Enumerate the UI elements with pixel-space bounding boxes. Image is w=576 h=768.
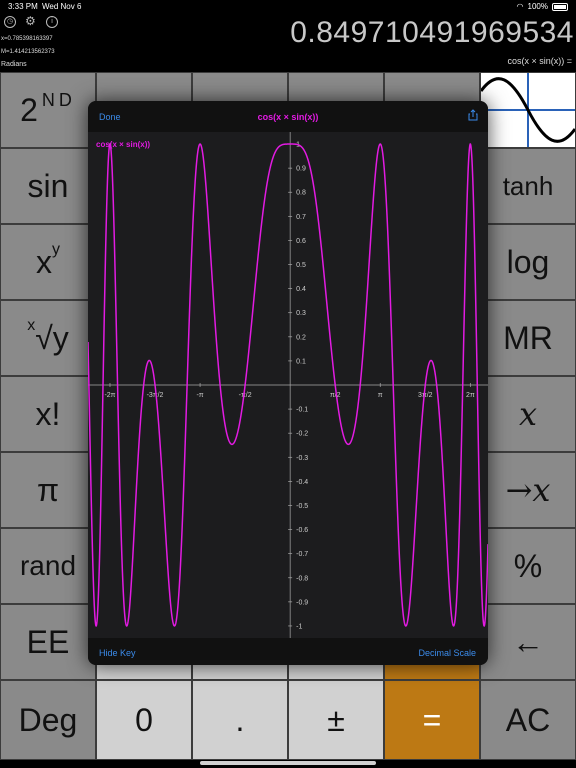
graph-header: Done cos(x × sin(x))	[88, 101, 488, 132]
wifi-icon: ◠	[516, 2, 524, 11]
y-tick-label: -0.8	[296, 575, 308, 582]
info-icon[interactable]: i	[46, 16, 58, 28]
y-tick-label: -0.3	[296, 455, 308, 462]
y-tick-label: 0.4	[296, 286, 306, 293]
status-bar: 3:33 PM Wed Nov 6 ◠ 100%	[0, 0, 576, 14]
x-tick-label: 2π	[466, 392, 475, 399]
x-tick-label: -π/2	[239, 392, 252, 399]
root-key[interactable]: x √y	[0, 300, 96, 376]
graph-title: cos(x × sin(x))	[257, 112, 319, 122]
power-key[interactable]: xy	[0, 224, 96, 300]
decimal-key[interactable]: .	[192, 680, 288, 760]
y-tick-label: 0.8	[296, 190, 306, 197]
second-function-key[interactable]: 2 ND	[0, 72, 96, 148]
graph-plot-area[interactable]: 1 0.9 0.8 0.7 0.6 0.5 0.4 0.3 0.2 0.1 -0.1 -0.2 -0.3…	[88, 132, 488, 638]
status-time: 3:33 PM	[8, 2, 38, 11]
x-tick-label: π/2	[330, 392, 341, 399]
gear-icon[interactable]: ⚙	[25, 15, 36, 27]
zero-key[interactable]: 0	[96, 680, 192, 760]
y-tick-label: 0.5	[296, 262, 306, 269]
y-tick-label: 0.6	[296, 238, 306, 245]
rand-key[interactable]: rand	[0, 528, 96, 604]
y-tick-label: -0.7	[296, 551, 308, 558]
status-date: Wed Nov 6	[42, 2, 82, 11]
x-variable-key[interactable]: x	[480, 376, 576, 452]
plus-minus-key[interactable]: ±	[288, 680, 384, 760]
backspace-icon: ←	[512, 623, 544, 660]
y-tick-label: -0.4	[296, 479, 308, 486]
y-tick-label: 0.2	[296, 334, 306, 341]
y-tick-label: 0.3	[296, 310, 306, 317]
y-tick-label: -0.5	[296, 503, 308, 510]
backspace-key[interactable]: ←	[480, 604, 576, 680]
plot-ticks: 10.90.80.70.60.50.40.30.20.1-0.1-0.2-0.3…	[104, 142, 474, 631]
ee-key[interactable]: EE	[0, 604, 96, 680]
x-tick-label: -3π/2	[147, 392, 164, 399]
pi-key[interactable]: π	[0, 452, 96, 528]
memory-recall-key[interactable]: MR	[480, 300, 576, 376]
y-tick-label: -0.2	[296, 431, 308, 438]
x-tick-label: π	[378, 392, 383, 399]
battery-icon	[552, 2, 568, 11]
sin-key[interactable]: sin	[0, 148, 96, 224]
percent-key[interactable]: %	[480, 528, 576, 604]
memory-m-value: M=1.414213562373	[1, 49, 55, 55]
x-tick-label: -2π	[104, 392, 115, 399]
tanh-key[interactable]: tanh	[480, 148, 576, 224]
result-value: 0.849710491969534	[290, 16, 574, 49]
graph-key-label: cos(x × sin(x))	[96, 140, 150, 149]
share-icon[interactable]	[468, 109, 478, 121]
x-tick-label: -π	[196, 392, 203, 399]
sine-graph-icon	[481, 73, 575, 147]
y-tick-label: -0.6	[296, 527, 308, 534]
all-clear-key[interactable]: AC	[480, 680, 576, 760]
y-tick-label: -0.1	[296, 407, 308, 414]
memory-x-value: x=0.785398163397	[1, 36, 53, 42]
decimal-scale-button[interactable]: Decimal Scale	[418, 648, 476, 658]
y-tick-label: -0.9	[296, 599, 308, 606]
y-tick-label: 0.1	[296, 358, 306, 365]
clock-icon[interactable]: ◷	[4, 16, 16, 28]
y-tick-label: 0.9	[296, 166, 306, 173]
angle-mode: Radians	[1, 61, 27, 68]
hide-key-button[interactable]: Hide Key	[99, 648, 136, 658]
factorial-key[interactable]: x!	[0, 376, 96, 452]
home-indicator	[200, 761, 376, 765]
calculator-display: ◷ ⚙ i x=0.785398163397 M=1.414213562373 …	[0, 14, 576, 72]
graph-footer: Hide Key Decimal Scale	[88, 638, 488, 665]
log-key[interactable]: log	[480, 224, 576, 300]
plot-axes	[88, 132, 488, 638]
store-x-key[interactable]: →x	[480, 452, 576, 528]
equals-key[interactable]: =	[384, 680, 480, 760]
y-tick-label: -1	[296, 623, 302, 630]
graph-key[interactable]	[480, 72, 576, 148]
graph-modal: Done cos(x × sin(x)) 1 0.9 0.8 0.7 0.6 0.5 0.4…	[88, 101, 488, 665]
function-graph: 10.90.80.70.60.50.40.30.20.1-0.1-0.2-0.3…	[88, 132, 488, 638]
y-tick-label: 0.7	[296, 214, 306, 221]
x-tick-label: 3π/2	[418, 392, 433, 399]
expression-text: cos(x × sin(x)) =	[507, 56, 572, 66]
battery-percent: 100%	[527, 2, 548, 11]
deg-key[interactable]: Deg	[0, 680, 96, 760]
